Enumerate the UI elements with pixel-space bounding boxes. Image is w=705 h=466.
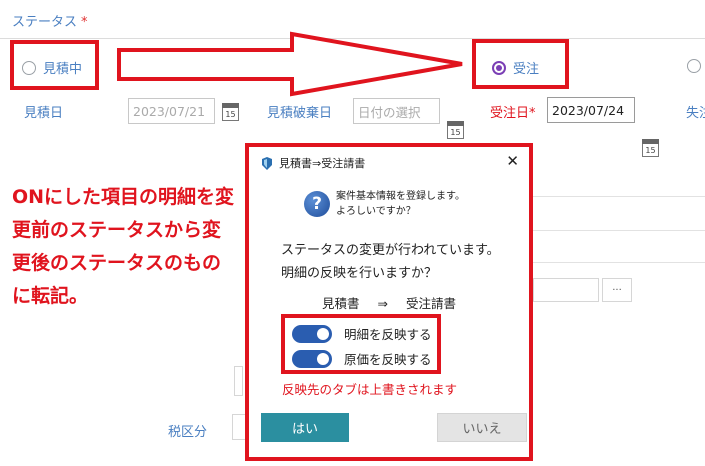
toggle-label: 明細を反映する <box>344 327 432 342</box>
form-divider <box>533 230 705 231</box>
overwrite-warning: 反映先のタブは上書きされます <box>282 382 458 397</box>
document-flow: 見積書 ⇒ 受注請書 <box>249 293 529 312</box>
toggle-switch-icon[interactable] <box>292 324 332 343</box>
info-line-2: よろしいですか？ <box>336 206 416 217</box>
tax-category-select[interactable] <box>232 414 246 440</box>
tax-category-label: 税区分 <box>168 425 208 440</box>
order-date-label: 受注日* <box>490 102 536 121</box>
toggle-label: 原価を反映する <box>344 352 432 367</box>
form-divider <box>533 196 705 197</box>
order-date-input[interactable]: 2023/07/24 <box>547 97 635 123</box>
toggle-reflect-cost[interactable]: 原価を反映する <box>292 349 432 368</box>
toggle-highlight-box: 明細を反映する 原価を反映する <box>281 314 441 374</box>
message-line-2: 明細の反映を行いますか？ <box>281 266 438 281</box>
radio-option-lost[interactable] <box>687 58 705 77</box>
status-label: ステータス * <box>12 11 88 30</box>
lost-date-label: 失注 <box>686 106 705 121</box>
required-mark: * <box>529 106 536 121</box>
status-change-message: ステータスの変更が行われています。 明細の反映を行いますか？ <box>281 239 500 285</box>
dialog-title: 見積書⇒受注請書 <box>279 157 366 170</box>
doc-to: 受注請書 <box>405 296 456 311</box>
info-line-1: 案件基本情報を登録します。 <box>336 191 465 202</box>
form-divider <box>533 262 705 263</box>
doc-arrow: ⇒ <box>377 296 388 311</box>
highlight-box-estimating <box>10 40 99 90</box>
estimate-discard-date-input[interactable]: 日付の選択 <box>353 98 440 124</box>
calendar-icon[interactable]: 15 <box>447 121 464 139</box>
toggle-reflect-details[interactable]: 明細を反映する <box>292 324 432 343</box>
background-field[interactable] <box>533 278 599 302</box>
info-text: 案件基本情報を登録します。 よろしいですか？ <box>336 189 465 219</box>
estimate-date-input[interactable]: 2023/07/21 <box>128 98 215 124</box>
calendar-icon[interactable]: 15 <box>222 103 239 121</box>
doc-from: 見積書 <box>322 296 360 311</box>
background-field[interactable] <box>234 366 243 396</box>
order-date-label-text: 受注日 <box>490 106 530 121</box>
reflect-dialog: 見積書⇒受注請書 ✕ ? 案件基本情報を登録します。 よろしいですか？ ステータ… <box>245 143 533 461</box>
app-icon <box>262 156 272 170</box>
required-mark: * <box>81 15 88 30</box>
message-line-1: ステータスの変更が行われています。 <box>281 243 500 258</box>
divider <box>0 38 705 39</box>
dialog-title-bar: 見積書⇒受注請書 <box>261 155 365 171</box>
radio-lost-icon <box>687 59 701 73</box>
callout-text: ONにした項目の明細を変更前のステータスから変更後のステータスのものに転記。 <box>12 186 235 307</box>
close-icon[interactable]: ✕ <box>506 152 519 170</box>
toggle-switch-icon[interactable] <box>292 349 332 368</box>
estimate-date-label: 見積日 <box>24 106 64 121</box>
highlight-box-order <box>472 39 569 89</box>
ellipsis-button[interactable]: ··· <box>602 278 632 302</box>
confirm-info: ? 案件基本情報を登録します。 よろしいですか？ <box>304 189 465 219</box>
yes-button[interactable]: はい <box>261 413 349 442</box>
no-button[interactable]: いいえ <box>437 413 527 442</box>
estimate-discard-date-label: 見積破棄日 <box>267 106 333 121</box>
question-icon: ? <box>304 191 330 217</box>
status-label-text: ステータス <box>12 15 78 30</box>
calendar-icon[interactable]: 15 <box>642 139 659 157</box>
